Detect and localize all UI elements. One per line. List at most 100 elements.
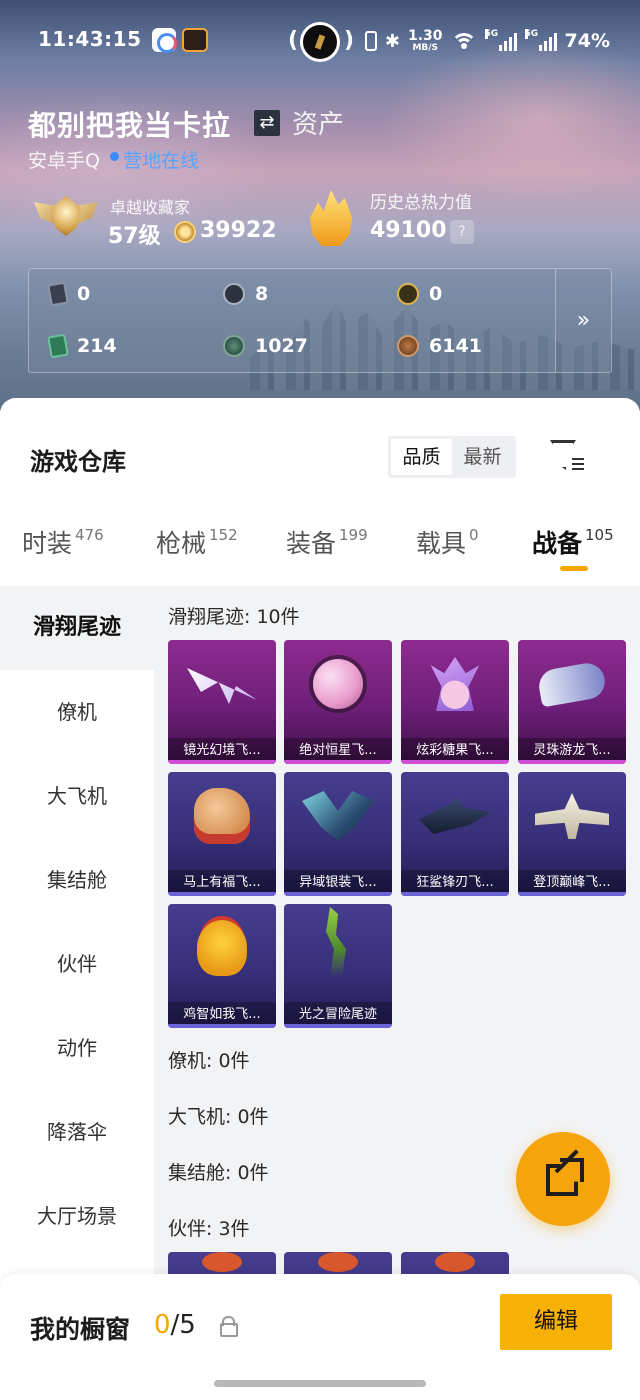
shark-icon: [419, 798, 491, 834]
rank-title: 卓越收藏家: [110, 198, 191, 217]
sidebar-item-glide-trail[interactable]: 滑翔尾迹: [0, 586, 154, 670]
card-icon: [47, 281, 69, 307]
item-card[interactable]: 登顶巅峰飞...: [518, 772, 626, 896]
signal-icon: 5G: [484, 29, 517, 51]
notification-game-icon: [182, 28, 208, 52]
sort-quality-button[interactable]: 品质: [391, 439, 452, 475]
sidebar-item-lobby-scene[interactable]: 大厅场景: [0, 1174, 154, 1258]
tab-equipment[interactable]: 装备 199: [286, 524, 368, 560]
item-card[interactable]: 镜光幻境飞...: [168, 640, 276, 764]
item-card[interactable]: 马上有福飞...: [168, 772, 276, 896]
wifi-icon: [450, 31, 477, 51]
sidebar-item-wingman[interactable]: 僚机: [0, 670, 154, 754]
swap-account-icon[interactable]: ⇄: [254, 110, 280, 136]
sidebar-item-parachute[interactable]: 降落伞: [0, 1090, 154, 1174]
item-card[interactable]: 狂鲨锋刃飞...: [401, 772, 509, 896]
coin-value: 39922: [200, 218, 277, 243]
section-title: 大飞机: 0件: [168, 1106, 269, 1128]
chick-icon: [197, 920, 247, 976]
token-icon: [223, 283, 245, 305]
battery-level: 74%: [564, 30, 610, 52]
status-time: 11:43:15: [38, 27, 142, 51]
section-title: 集结舱: 0件: [168, 1162, 269, 1184]
partner-item-icon: [318, 1252, 358, 1272]
signal-icon: 5G: [524, 29, 557, 51]
teal-orb-icon: [223, 335, 245, 357]
bronze-orb-icon: [397, 335, 419, 357]
camera-icon: [300, 22, 340, 62]
showcase-bar: 我的橱窗 0/5 编辑: [0, 1274, 640, 1400]
heat-title: 历史总热力值: [370, 193, 472, 213]
online-dot-icon: [110, 152, 119, 161]
collector-medal-icon: [34, 186, 98, 248]
horse-icon: [194, 788, 250, 844]
item-card[interactable]: 异域银装飞...: [284, 772, 392, 896]
warehouse-title: 游戏仓库: [30, 448, 126, 476]
sort-toggle: 品质 最新: [388, 436, 516, 478]
status-icons: ✱ 1.30 MB/S 5G 5G 74%: [364, 28, 610, 54]
candy-icon: [430, 657, 480, 711]
jet-icon: [535, 793, 609, 839]
item-card[interactable]: 灵珠游龙飞...: [518, 640, 626, 764]
item-card[interactable]: 炫彩糖果飞...: [401, 640, 509, 764]
tab-fashion[interactable]: 时装 476: [22, 524, 104, 560]
lock-icon: [220, 1316, 238, 1337]
camera-pill: ( ): [288, 22, 354, 62]
network-speed: 1.30 MB/S: [407, 28, 443, 53]
showcase-label: 我的橱窗: [30, 1315, 131, 1344]
coin-icon: [174, 221, 196, 243]
platform-label: 安卓手Q: [28, 150, 100, 172]
section-title: 僚机: 0件: [168, 1050, 250, 1072]
section-title: 滑翔尾迹: 10件: [168, 606, 300, 628]
sidebar-item-big-plane[interactable]: 大飞机: [0, 754, 154, 838]
dragon-icon: [536, 660, 608, 708]
sidebar-item-partner[interactable]: 伙伴: [0, 922, 154, 1006]
stat-item: 0: [47, 281, 90, 307]
player-name: 都别把我当卡拉: [28, 109, 232, 142]
stat-item: 6141: [397, 335, 482, 357]
notification-app-icon: [152, 28, 177, 53]
green-card-icon: [47, 333, 69, 359]
flame-icon: [309, 190, 353, 246]
section-title: 伙伴: 3件: [168, 1218, 250, 1240]
warehouse-header: 游戏仓库 品质 最新: [0, 398, 640, 500]
active-tab-indicator: [560, 566, 588, 571]
edit-button[interactable]: 编辑: [500, 1294, 612, 1350]
stat-item: 8: [223, 283, 268, 305]
item-card[interactable]: 光之冒险尾迹: [284, 904, 392, 1028]
category-tabs: 时装 476 枪械 152 装备 199 载具 0 战备 105: [0, 500, 640, 586]
crystal-wing-icon: [187, 668, 257, 704]
vibrate-icon: [364, 31, 377, 51]
item-card[interactable]: 绝对恒星飞...: [284, 640, 392, 764]
gold-token-icon: [397, 283, 419, 305]
showcase-count: 0/5: [154, 1310, 196, 1340]
tab-vehicles[interactable]: 载具 0: [416, 524, 479, 560]
sort-latest-button[interactable]: 最新: [452, 439, 513, 475]
share-button[interactable]: [516, 1132, 610, 1226]
planet-icon: [313, 659, 363, 709]
stats-expand-button[interactable]: »: [555, 269, 611, 372]
asset-label: 资产: [292, 110, 345, 140]
profile-info: 都别把我当卡拉 ⇄ 资产 安卓手Q 营地在线 卓越收藏家 57级 39922 历…: [28, 100, 628, 400]
home-indicator[interactable]: [214, 1380, 426, 1387]
status-bar: 11:43:15 ( ) ✱ 1.30 MB/S 5G 5G 74%: [0, 22, 640, 62]
partner-item-icon: [435, 1252, 475, 1272]
warehouse-sheet: 游戏仓库 品质 最新 时装 476 枪械 152 装备 199 载具 0 战备 105 滑…: [0, 398, 640, 1400]
partner-item-icon: [202, 1252, 242, 1272]
item-card[interactable]: 鸡智如我飞...: [168, 904, 276, 1028]
stat-item: 1027: [223, 335, 308, 357]
profile-header: 11:43:15 ( ) ✱ 1.30 MB/S 5G 5G 74% 都别把我当…: [0, 0, 640, 430]
rank-level: 57级: [108, 224, 161, 249]
help-icon[interactable]: ?: [450, 220, 474, 244]
sidebar-item-pod[interactable]: 集结舱: [0, 838, 154, 922]
stat-item: 0: [397, 283, 442, 305]
online-status: 营地在线: [123, 150, 200, 172]
bluetooth-icon: ✱: [384, 30, 400, 52]
tab-guns[interactable]: 枪械 152: [156, 524, 238, 560]
beast-icon: [302, 791, 374, 841]
tab-battle-gear[interactable]: 战备 105: [532, 524, 614, 560]
heat-value: 49100: [370, 218, 447, 243]
sidebar-item-emote[interactable]: 动作: [0, 1006, 154, 1090]
sidebar: 滑翔尾迹 僚机 大飞机 集结舱 伙伴 动作 降落伞 大厅场景: [0, 586, 154, 1286]
filter-icon[interactable]: [548, 438, 586, 476]
